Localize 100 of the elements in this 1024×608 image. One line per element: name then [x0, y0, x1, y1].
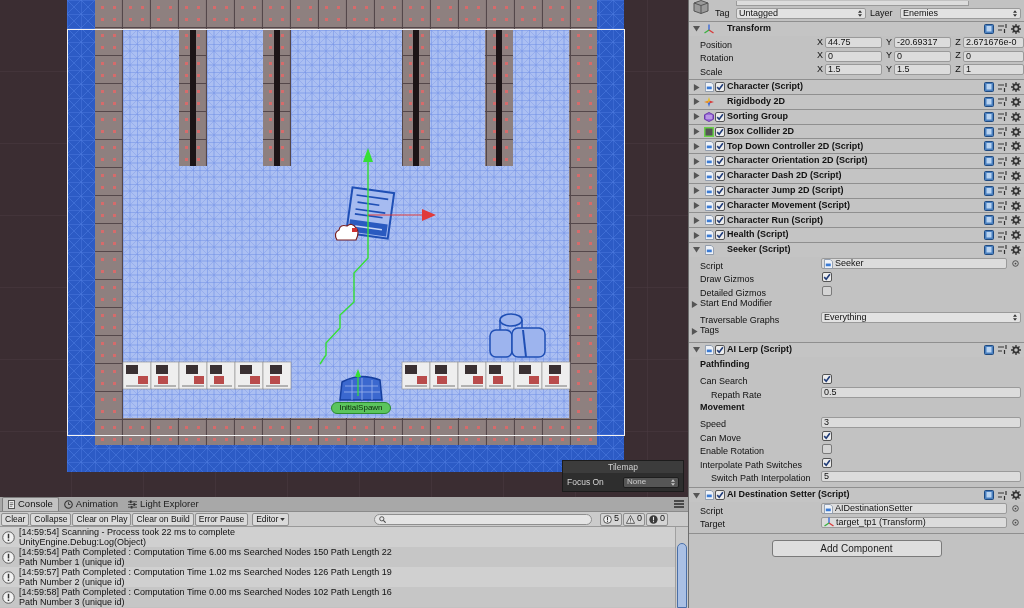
mode-dropdown[interactable]: Editor	[252, 512, 290, 526]
help-icon[interactable]	[984, 97, 994, 107]
tab[interactable]: Animation	[58, 497, 124, 511]
gear-icon[interactable]	[1011, 215, 1021, 226]
enable-checkbox[interactable]	[715, 344, 725, 355]
log-entry[interactable]: [14:59:54] Path Completed : Computation Time 6.00 ms Searched Nodes 150 Path Length 22 Path Number 1 (unique id)	[0, 547, 675, 567]
sliders-icon[interactable]	[998, 230, 1007, 240]
component-header[interactable]: Character Run (Script)	[689, 212, 1024, 228]
help-icon[interactable]	[984, 111, 994, 122]
foldout-arrow-icon[interactable]	[693, 246, 700, 254]
component-header[interactable]: Character Orientation 2D (Script)	[689, 153, 1024, 169]
log-filter-button[interactable]: 0	[646, 512, 668, 526]
sliders-icon[interactable]	[998, 171, 1007, 181]
log-entry[interactable]: [14:59:54] Scanning - Process took 22 ms to complete UnityEngine.Debug:Log(Object)	[0, 527, 675, 547]
gear-icon[interactable]	[1011, 185, 1021, 196]
sliders-icon[interactable]	[998, 141, 1007, 151]
number-field[interactable]: 0	[894, 50, 951, 62]
component-header[interactable]: Transform	[689, 21, 1024, 36]
number-field[interactable]: 1	[963, 64, 1024, 76]
component-header[interactable]: Character (Script)	[689, 79, 1024, 95]
foldout-arrow-icon[interactable]	[693, 98, 700, 106]
enable-checkbox[interactable]	[715, 126, 725, 137]
foldout-arrow-icon[interactable]	[693, 231, 700, 239]
component-header[interactable]: Rigidbody 2D	[689, 94, 1024, 109]
log-filter-button[interactable]: 5	[599, 512, 622, 526]
component-header[interactable]: Character Dash 2D (Script)	[689, 168, 1024, 183]
field-label[interactable]: Tags	[700, 324, 719, 338]
foldout-arrow-icon[interactable]	[693, 113, 700, 121]
toolbar-button[interactable]: Error Pause	[194, 512, 249, 526]
checkbox[interactable]	[822, 272, 832, 283]
gear-icon[interactable]	[1011, 156, 1021, 167]
help-icon[interactable]	[984, 230, 994, 241]
enable-checkbox[interactable]	[715, 170, 725, 181]
number-field[interactable]: 44.75	[825, 37, 882, 49]
toolbar-button[interactable]: Collapse	[30, 512, 72, 526]
toolbar-button[interactable]: Clear on Play	[72, 512, 132, 526]
component-header[interactable]: Health (Script)	[689, 227, 1024, 243]
enable-checkbox[interactable]	[715, 185, 725, 196]
sliders-icon[interactable]	[998, 127, 1007, 137]
gear-icon[interactable]	[1011, 141, 1021, 152]
number-field[interactable]: 1.5	[825, 64, 882, 76]
field-label[interactable]: Start End Modifier	[700, 297, 773, 311]
checkbox[interactable]	[822, 285, 832, 296]
sliders-icon[interactable]	[998, 24, 1007, 34]
tab[interactable]: Console	[2, 497, 59, 511]
dropdown[interactable]: None	[623, 476, 679, 488]
gear-icon[interactable]	[1011, 82, 1021, 93]
gear-icon[interactable]	[1011, 170, 1021, 181]
checkbox[interactable]	[822, 457, 832, 468]
component-header[interactable]: Top Down Controller 2D (Script)	[689, 138, 1024, 154]
object-field[interactable]: AIDestinationSetter	[821, 503, 1007, 515]
gear-icon[interactable]	[1011, 200, 1021, 211]
checkbox[interactable]	[822, 374, 832, 385]
gear-icon[interactable]	[1011, 97, 1021, 107]
number-field[interactable]: 0	[825, 50, 882, 62]
foldout-arrow-icon[interactable]	[693, 25, 700, 33]
foldout-arrow-icon[interactable]	[693, 491, 700, 499]
number-field[interactable]: 0	[963, 50, 1024, 62]
foldout-arrow-icon[interactable]	[691, 300, 698, 308]
sliders-icon[interactable]	[998, 97, 1007, 107]
dropdown[interactable]: Enemies	[900, 8, 1021, 19]
help-icon[interactable]	[984, 23, 994, 34]
dropdown[interactable]: Everything	[821, 312, 1021, 324]
tab[interactable]: Light Explorer	[123, 497, 204, 511]
sliders-icon[interactable]	[998, 186, 1007, 196]
number-field[interactable]: 2.671676e-0	[963, 37, 1024, 49]
foldout-arrow-icon[interactable]	[693, 157, 700, 165]
toolbar-button[interactable]: Clear	[1, 512, 30, 526]
number-field[interactable]: 5	[821, 470, 1021, 482]
component-header[interactable]: AI Destination Setter (Script)	[689, 487, 1024, 502]
log-entry[interactable]: [14:59:57] Path Completed : Computation Time 1.02 ms Searched Nodes 126 Path Length 19 Path Number 2 (unique id)	[0, 567, 675, 587]
checkbox[interactable]	[822, 430, 832, 441]
sliders-icon[interactable]	[998, 156, 1007, 166]
foldout-arrow-icon[interactable]	[693, 202, 700, 210]
component-header[interactable]: Seeker (Script)	[689, 242, 1024, 257]
sliders-icon[interactable]	[998, 82, 1007, 92]
log-entry[interactable]: [14:59:58] Path Completed : Computation Time 0.00 ms Searched Nodes 102 Path Length 16 Path Number 3 (unique id)	[0, 587, 675, 607]
help-icon[interactable]	[984, 141, 994, 152]
toolbar-button[interactable]: Clear on Build	[132, 512, 194, 526]
help-icon[interactable]	[984, 490, 994, 501]
foldout-arrow-icon[interactable]	[691, 327, 698, 335]
number-field[interactable]: 3	[821, 416, 1021, 428]
help-icon[interactable]	[984, 170, 994, 181]
foldout-arrow-icon[interactable]	[693, 83, 700, 91]
foldout-arrow-icon[interactable]	[693, 187, 700, 195]
picker-ring-icon[interactable]	[1012, 260, 1019, 268]
number-field[interactable]: 0.5	[821, 387, 1021, 399]
number-field[interactable]: 1.5	[894, 64, 951, 76]
foldout-arrow-icon[interactable]	[693, 172, 700, 180]
add-component-button[interactable]: Add Component	[771, 539, 942, 557]
enable-checkbox[interactable]	[715, 230, 725, 241]
sliders-icon[interactable]	[998, 245, 1007, 255]
object-field[interactable]: Seeker	[821, 258, 1007, 270]
help-icon[interactable]	[984, 344, 994, 355]
help-icon[interactable]	[984, 185, 994, 196]
name-field[interactable]	[736, 1, 969, 6]
enable-checkbox[interactable]	[715, 111, 725, 122]
help-icon[interactable]	[984, 200, 994, 211]
gear-icon[interactable]	[1011, 230, 1021, 241]
sliders-icon[interactable]	[998, 490, 1007, 500]
